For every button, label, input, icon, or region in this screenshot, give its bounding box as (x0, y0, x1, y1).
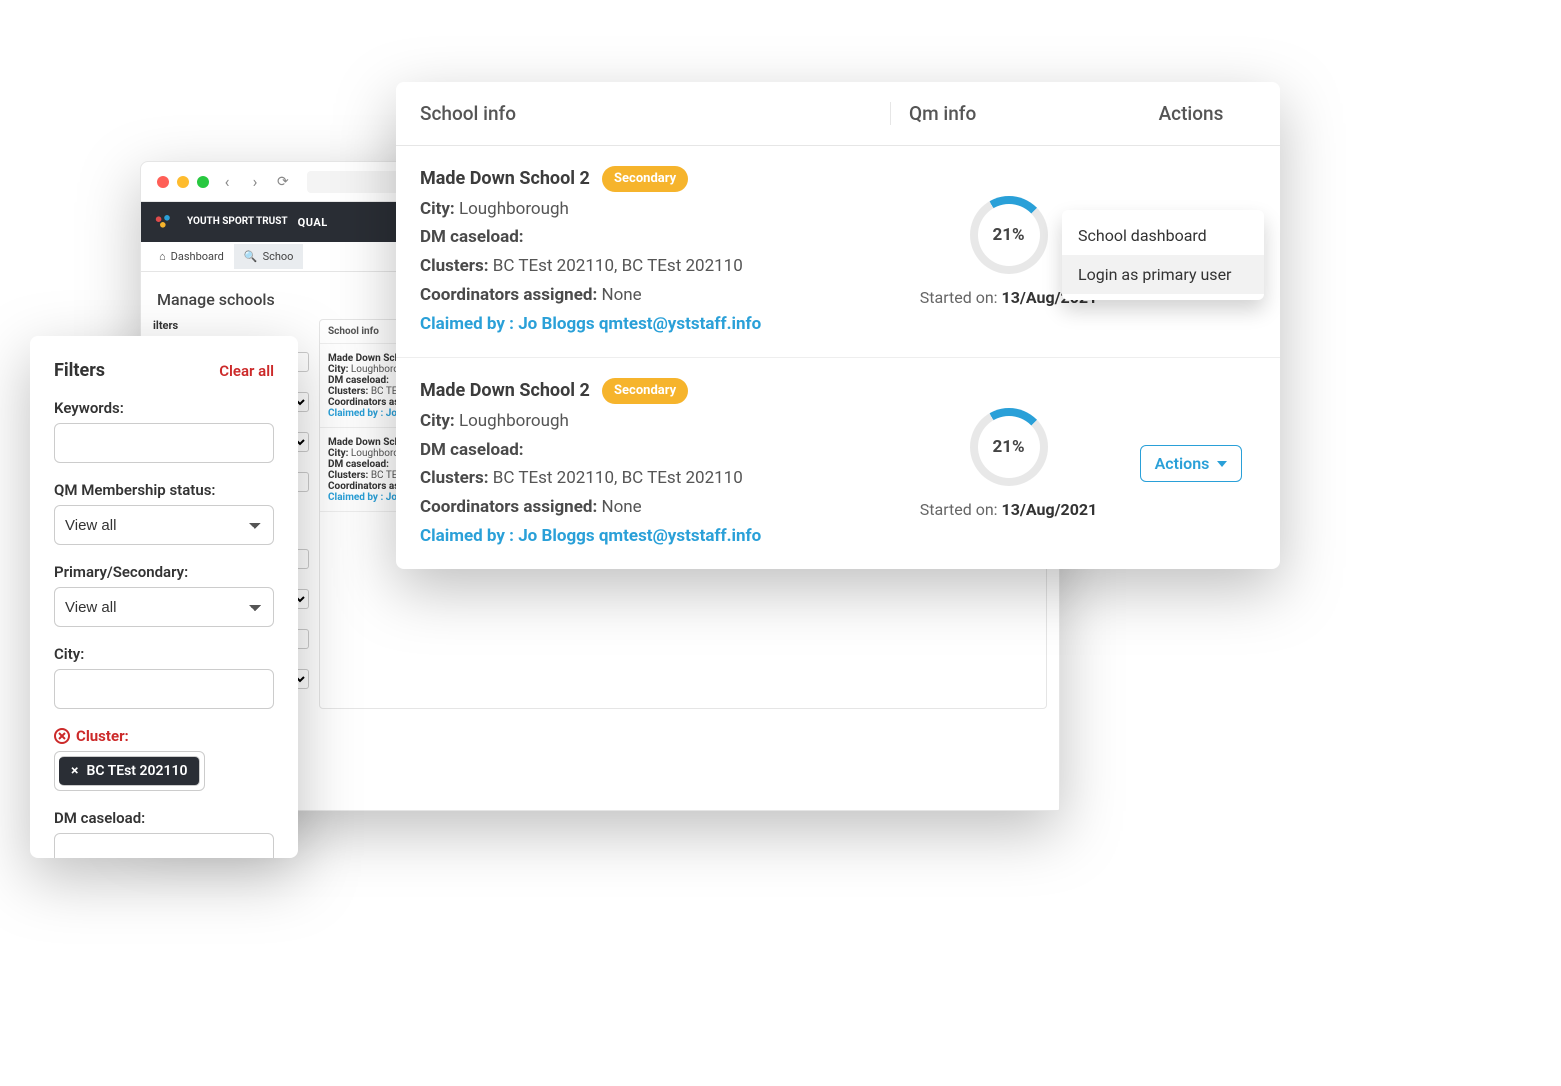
started-on: Started on: 13/Aug/2021 (920, 500, 1097, 519)
close-icon[interactable]: × (71, 763, 78, 779)
claimed-by: Claimed by : Jo Bloggs qmtest@yststaff.i… (420, 310, 890, 339)
filters-title: Filters (54, 360, 105, 381)
filters-card: Filters Clear all Keywords: QM Membershi… (30, 336, 298, 858)
big-table: School info Qm info Actions Made Down Sc… (396, 82, 1280, 569)
cluster-chip-text: BC TEst 202110 (86, 763, 187, 779)
logo: YOUTH SPORT TRUST (153, 213, 288, 231)
city-label: City: (54, 645, 274, 663)
logo-icon (153, 213, 181, 231)
primsec-label: Primary/Secondary: (54, 563, 274, 581)
clear-all-button[interactable]: Clear all (219, 362, 274, 380)
hdr-school: School info (420, 102, 890, 125)
reload-button[interactable]: ⟳ (277, 174, 289, 190)
mini-filters-title: ilters (153, 319, 178, 332)
traffic-lights (157, 176, 209, 188)
actions-dropdown: School dashboard Login as primary user (1062, 210, 1264, 300)
nav-dashboard-label: Dashboard (171, 250, 224, 263)
table-row: Made Down School 2 Secondary City: Lough… (396, 146, 1280, 358)
claimed-by: Claimed by : Jo Bloggs qmtest@yststaff.i… (420, 522, 890, 551)
membership-label: QM Membership status: (54, 481, 274, 499)
hdr-actions: Actions (1126, 102, 1256, 125)
dm-input[interactable] (54, 833, 274, 858)
forward-button[interactable]: › (245, 172, 265, 191)
nav-dashboard[interactable]: ⌂ Dashboard (149, 244, 234, 269)
school-name: Made Down School 2 (420, 380, 590, 401)
back-button[interactable]: ‹ (217, 172, 237, 191)
primsec-select[interactable]: View all (54, 587, 274, 627)
actions-button[interactable]: Actions (1140, 445, 1243, 482)
keywords-label: Keywords: (54, 399, 274, 417)
progress-ring: 21% (970, 408, 1048, 486)
remove-icon[interactable] (54, 728, 70, 744)
minimize-window-icon[interactable] (177, 176, 189, 188)
progress-ring: 21% (970, 196, 1048, 274)
maximize-window-icon[interactable] (197, 176, 209, 188)
school-name: Made Down School 2 (420, 168, 590, 189)
nav-schools[interactable]: 🔍 Schoo (234, 244, 304, 269)
hdr-qm: Qm info (890, 102, 1126, 125)
school-tag: Secondary (602, 378, 688, 404)
table-row: Made Down School 2 Secondary City: Lough… (396, 358, 1280, 569)
cluster-chip-container: × BC TEst 202110 (54, 751, 205, 791)
home-icon: ⌂ (159, 250, 166, 263)
dropdown-school-dashboard[interactable]: School dashboard (1062, 216, 1264, 255)
keywords-input[interactable] (54, 423, 274, 463)
big-table-header: School info Qm info Actions (396, 82, 1280, 146)
brand-name: YOUTH SPORT TRUST (187, 217, 288, 227)
school-tag: Secondary (602, 166, 688, 192)
city-input[interactable] (54, 669, 274, 709)
chevron-down-icon (1217, 461, 1227, 467)
search-icon: 🔍 (244, 250, 258, 263)
nav-schools-label: Schoo (263, 250, 294, 263)
dm-label: DM caseload: (54, 809, 274, 827)
dropdown-login-primary[interactable]: Login as primary user (1062, 255, 1264, 294)
membership-select[interactable]: View all (54, 505, 274, 545)
cluster-label: Cluster: (54, 727, 274, 745)
brand-section: QUAL (298, 216, 328, 229)
close-window-icon[interactable] (157, 176, 169, 188)
cluster-chip[interactable]: × BC TEst 202110 (59, 756, 200, 786)
